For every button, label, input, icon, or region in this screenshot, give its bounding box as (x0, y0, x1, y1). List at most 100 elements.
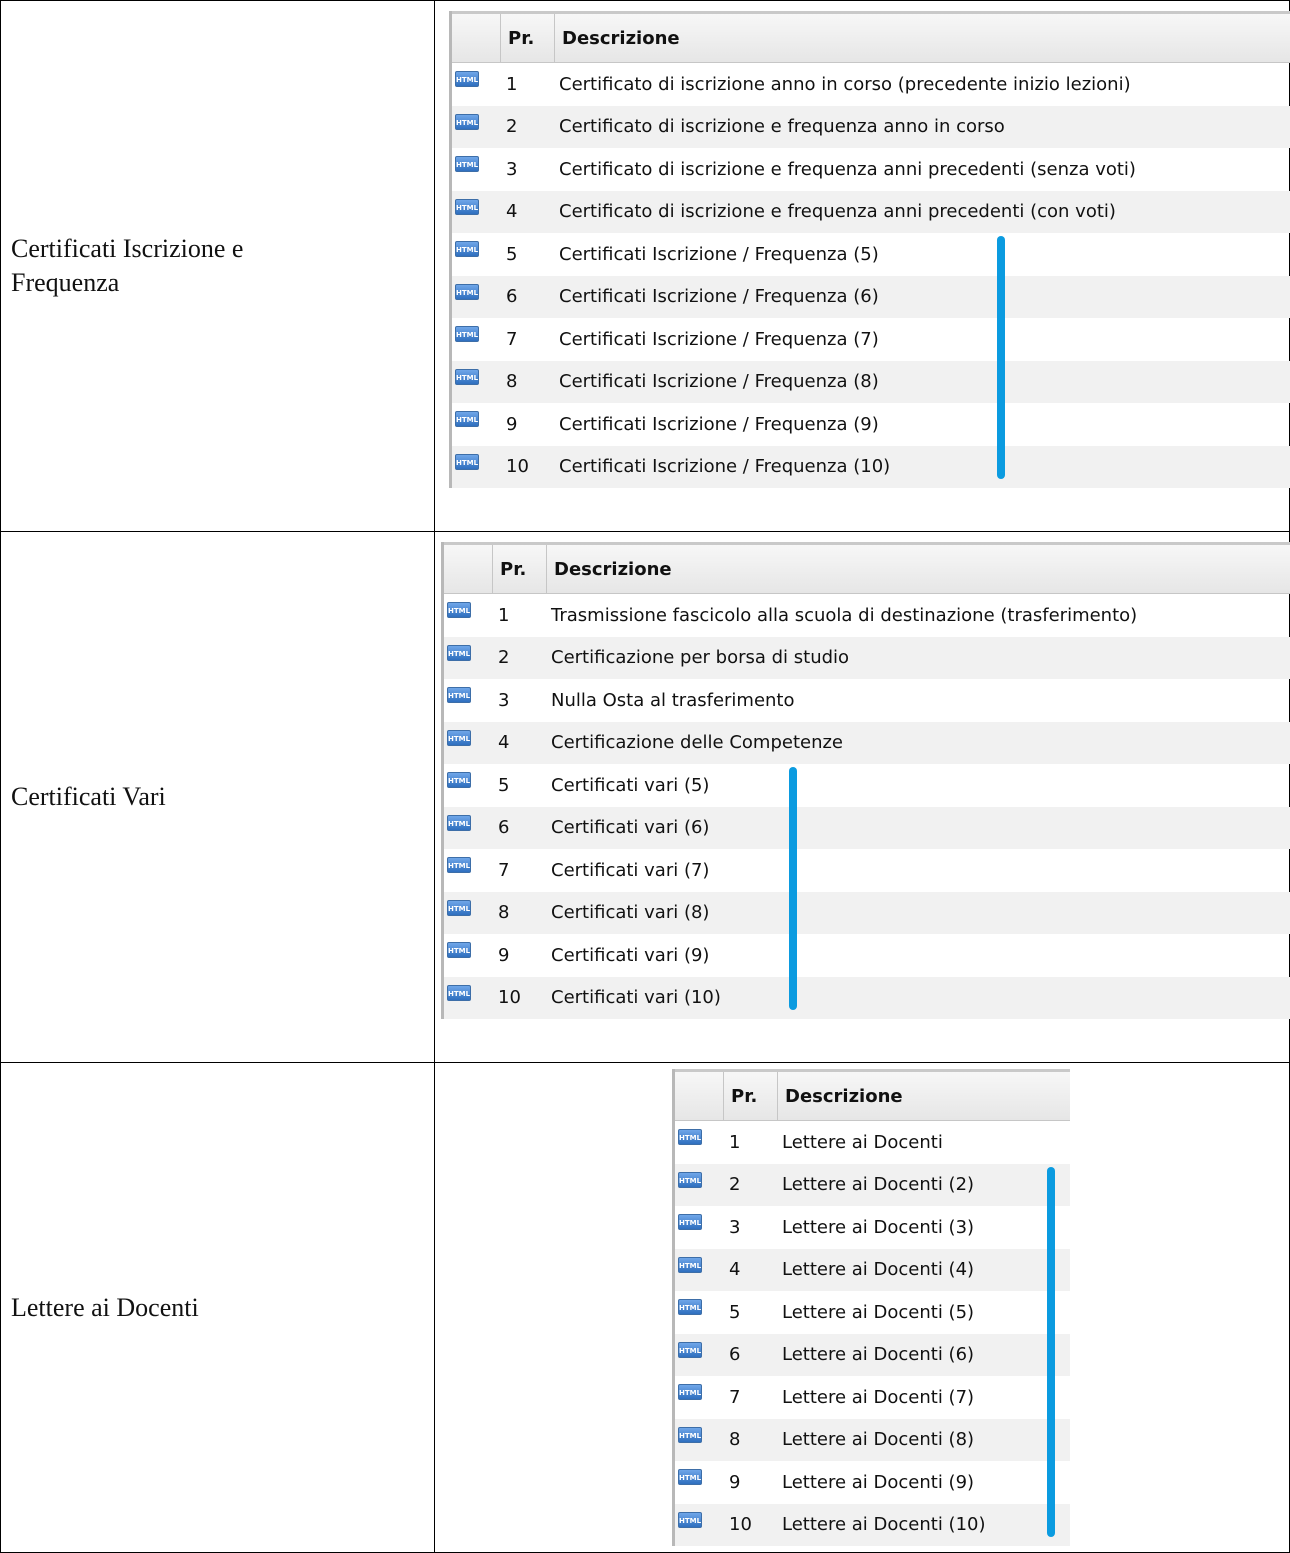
grid-row[interactable]: HTML 8 Certificati vari (8) (444, 891, 1290, 934)
grid-cell: Pr. Descrizione HTML 1 Certificato di iscriz… (434, 0, 1290, 532)
row-descrizione: Lettere ai Docenti (9) (782, 1471, 975, 1493)
grid-row[interactable]: HTML 2 Certificato di iscrizione e frequen… (452, 105, 1290, 148)
grid-row[interactable]: HTML 9 Certificati vari (9) (444, 934, 1290, 977)
grid-row[interactable]: HTML 1 Certificato di iscrizione anno in c… (452, 63, 1290, 106)
row-descrizione: Lettere ai Docenti (6) (782, 1344, 975, 1366)
header-icon-col (444, 545, 493, 593)
html-file-icon[interactable]: HTML (678, 1384, 702, 1401)
row-pr: 8 (729, 1429, 741, 1451)
grid-row[interactable]: HTML 2 Certificazione per borsa di studio (444, 636, 1290, 679)
row-pr: 3 (729, 1216, 741, 1238)
header-pr[interactable]: Pr. (501, 14, 555, 62)
html-file-icon[interactable]: HTML (455, 198, 479, 215)
header-descrizione[interactable]: Descrizione (547, 559, 672, 580)
html-file-icon[interactable]: HTML (447, 729, 471, 746)
html-file-icon[interactable]: HTML (455, 113, 479, 130)
html-file-icon[interactable]: HTML (678, 1511, 702, 1528)
row-descrizione: Certificati vari (6) (551, 817, 710, 839)
html-file-icon[interactable]: HTML (678, 1129, 702, 1146)
row-pr: 9 (498, 944, 510, 966)
category-label: Lettere ai Docenti (11, 1292, 199, 1322)
row-pr: 2 (498, 647, 510, 669)
html-file-icon[interactable]: HTML (447, 857, 471, 874)
grid-row[interactable]: HTML 4 Certificazione delle Competenze (444, 721, 1290, 764)
row-descrizione: Lettere ai Docenti (10) (782, 1514, 986, 1536)
row-descrizione: Certificati Iscrizione / Frequenza (8) (559, 371, 879, 393)
grid-row[interactable]: HTML 3 Certificato di iscrizione e frequen… (452, 148, 1290, 191)
html-file-icon[interactable]: HTML (447, 602, 471, 619)
grid-row[interactable]: HTML 7 Lettere ai Docenti (7) (675, 1376, 1070, 1419)
row-descrizione: Certificati vari (8) (551, 902, 710, 924)
html-file-icon[interactable]: HTML (447, 687, 471, 704)
grid-row[interactable]: HTML 10 Certificati vari (10) (444, 976, 1290, 1019)
header-pr[interactable]: Pr. (724, 1072, 778, 1120)
html-file-icon[interactable]: HTML (678, 1341, 702, 1358)
grid-row[interactable]: HTML 2 Lettere ai Docenti (2) (675, 1163, 1070, 1206)
html-file-icon[interactable]: HTML (678, 1469, 702, 1486)
html-file-icon[interactable]: HTML (447, 942, 471, 959)
row-pr: 9 (506, 413, 518, 435)
html-file-icon[interactable]: HTML (455, 241, 479, 258)
html-file-icon[interactable]: HTML (678, 1171, 702, 1188)
grid-row[interactable]: HTML 6 Certificati vari (6) (444, 806, 1290, 849)
row-pr: 2 (729, 1174, 741, 1196)
header-descrizione[interactable]: Descrizione (778, 1086, 903, 1107)
html-file-icon[interactable]: HTML (447, 644, 471, 661)
grid-row[interactable]: HTML 6 Lettere ai Docenti (6) (675, 1333, 1070, 1376)
html-file-icon[interactable]: HTML (678, 1256, 702, 1273)
grid-cell: Pr. Descrizione HTML 1 Lettere ai Docenti HTM… (434, 1062, 1290, 1553)
grid-row[interactable]: HTML 6 Certificati Iscrizione / Frequenza … (452, 275, 1290, 318)
row-pr: 10 (506, 456, 529, 478)
grid-row[interactable]: HTML 3 Lettere ai Docenti (3) (675, 1206, 1070, 1249)
row-descrizione: Certificato di iscrizione e frequenza an… (559, 158, 1136, 180)
row-descrizione: Certificati Iscrizione / Frequenza (10) (559, 456, 891, 478)
html-file-icon[interactable]: HTML (455, 71, 479, 88)
grid-row[interactable]: HTML 8 Lettere ai Docenti (8) (675, 1418, 1070, 1461)
row-pr: 2 (506, 116, 518, 138)
grid-row[interactable]: HTML 1 Trasmissione fascicolo alla scuola … (444, 594, 1290, 637)
grid-row[interactable]: HTML 9 Certificati Iscrizione / Frequenza … (452, 403, 1290, 446)
template-grid-docenti: Pr. Descrizione HTML 1 Lettere ai Docenti HTM… (672, 1069, 1070, 1546)
html-file-icon[interactable]: HTML (447, 899, 471, 916)
grid-row[interactable]: HTML 9 Lettere ai Docenti (9) (675, 1461, 1070, 1504)
grid-row[interactable]: HTML 7 Certificati vari (7) (444, 849, 1290, 892)
html-file-icon[interactable]: HTML (455, 411, 479, 428)
grid-row[interactable]: HTML 5 Certificati Iscrizione / Frequenza … (452, 233, 1290, 276)
row-descrizione: Certificazione per borsa di studio (551, 647, 850, 669)
section-row-docenti: Lettere ai Docenti Pr. Descrizione HTML 1 Le… (0, 1062, 1290, 1553)
html-file-icon[interactable]: HTML (678, 1426, 702, 1443)
grid-row[interactable]: HTML 4 Lettere ai Docenti (4) (675, 1248, 1070, 1291)
grid-row[interactable]: HTML 5 Lettere ai Docenti (5) (675, 1291, 1070, 1334)
html-file-icon[interactable]: HTML (455, 326, 479, 343)
grid-row[interactable]: HTML 3 Nulla Osta al trasferimento (444, 679, 1290, 722)
html-file-icon[interactable]: HTML (455, 283, 479, 300)
html-file-icon[interactable]: HTML (678, 1299, 702, 1316)
grid-row[interactable]: HTML 8 Certificati Iscrizione / Frequenza … (452, 360, 1290, 403)
row-descrizione: Lettere ai Docenti (2) (782, 1174, 975, 1196)
row-descrizione: Lettere ai Docenti (4) (782, 1259, 975, 1281)
grid-row[interactable]: HTML 1 Lettere ai Docenti (675, 1121, 1070, 1164)
html-file-icon[interactable]: HTML (678, 1214, 702, 1231)
html-file-icon[interactable]: HTML (447, 984, 471, 1001)
row-pr: 6 (729, 1344, 741, 1366)
html-file-icon[interactable]: HTML (455, 156, 479, 173)
row-descrizione: Certificato di iscrizione e frequenza an… (559, 116, 1005, 138)
html-file-icon[interactable]: HTML (447, 772, 471, 789)
html-file-icon[interactable]: HTML (455, 453, 479, 470)
row-pr: 10 (498, 987, 521, 1009)
row-descrizione: Lettere ai Docenti (3) (782, 1216, 975, 1238)
html-file-icon[interactable]: HTML (455, 368, 479, 385)
header-pr[interactable]: Pr. (493, 545, 547, 593)
row-pr: 4 (506, 201, 518, 223)
highlight-marker (789, 767, 797, 1010)
grid-row[interactable]: HTML 5 Certificati vari (5) (444, 764, 1290, 807)
html-file-icon[interactable]: HTML (447, 814, 471, 831)
grid-row[interactable]: HTML 4 Certificato di iscrizione e frequen… (452, 190, 1290, 233)
grid-row[interactable]: HTML 10 Certificati Iscrizione / Frequenza… (452, 445, 1290, 488)
row-descrizione: Lettere ai Docenti (7) (782, 1386, 975, 1408)
header-descrizione[interactable]: Descrizione (555, 28, 680, 49)
row-pr: 5 (498, 774, 510, 796)
row-pr: 1 (506, 73, 518, 95)
grid-row[interactable]: HTML 7 Certificati Iscrizione / Frequenza … (452, 318, 1290, 361)
grid-row[interactable]: HTML 10 Lettere ai Docenti (10) (675, 1503, 1070, 1546)
